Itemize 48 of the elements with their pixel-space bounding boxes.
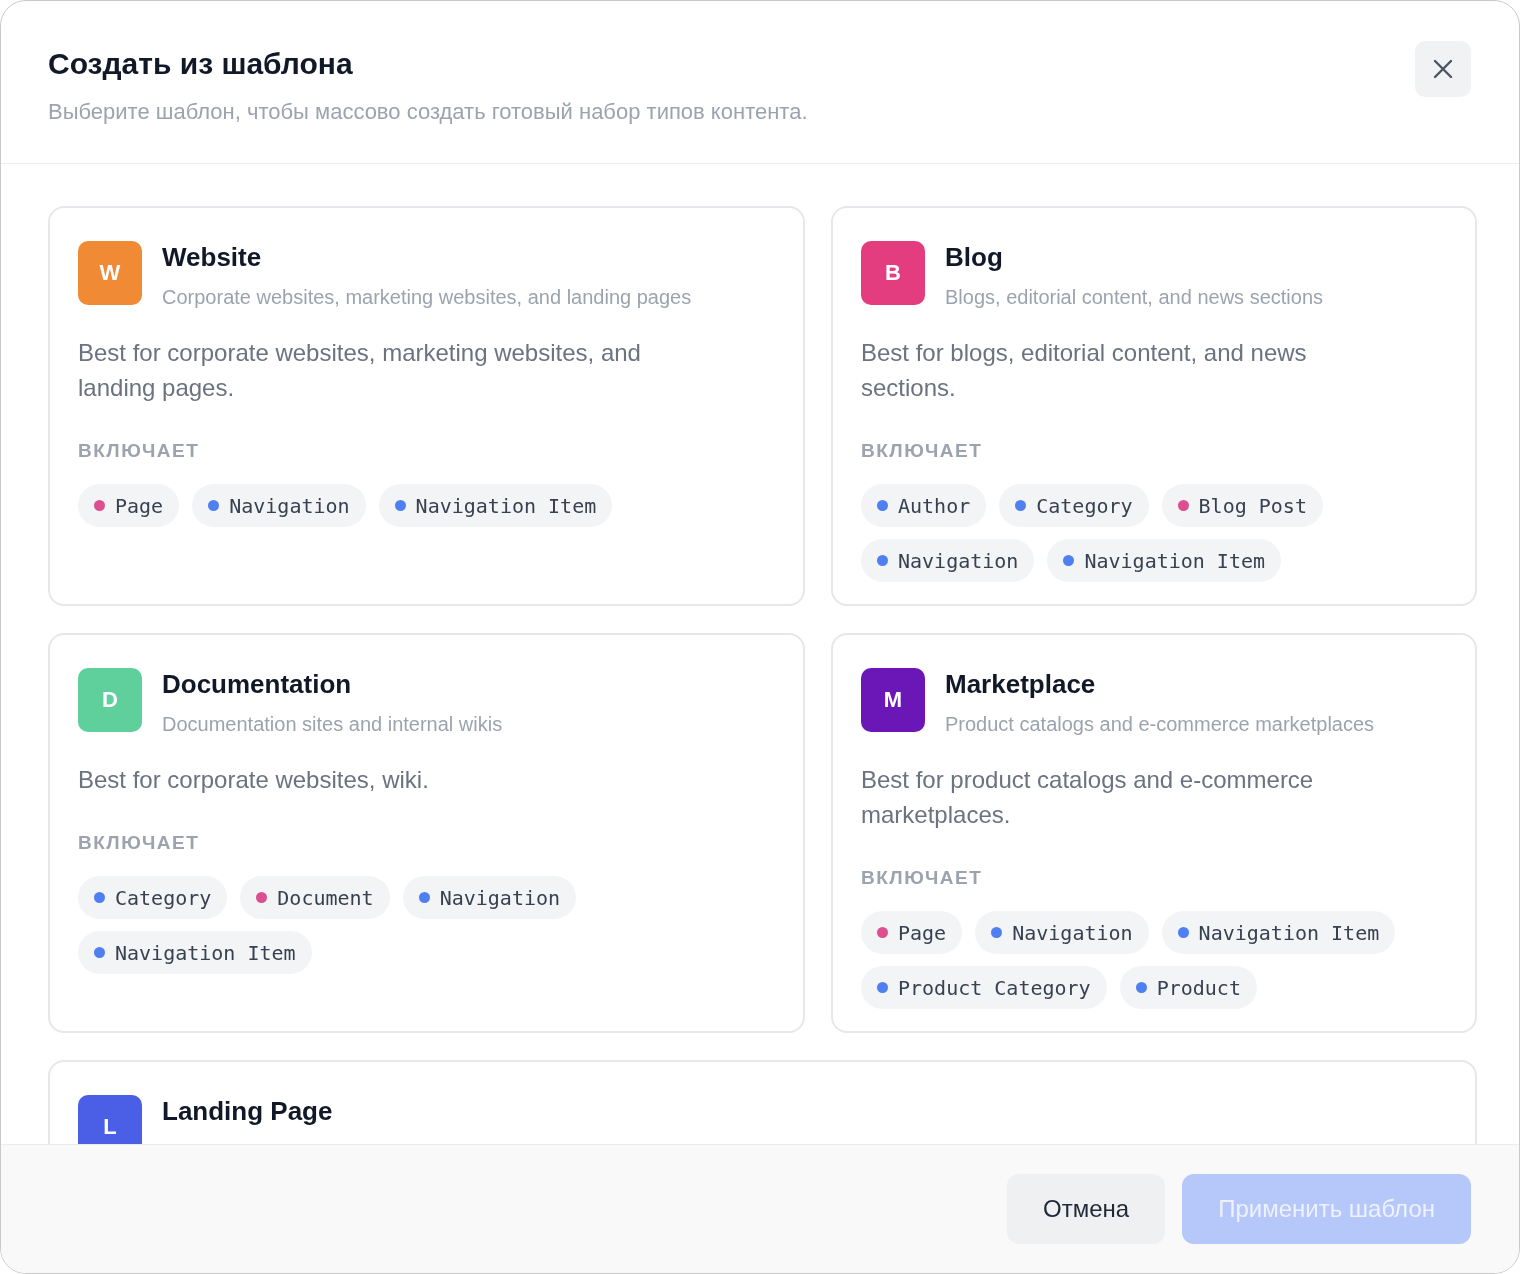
template-summary: Product catalogs and e-commerce marketplaces [945,713,1375,736]
template-summary: Blogs, editorial content, and news sections [945,286,1323,309]
tag-label: Navigation Item [415,493,597,518]
tag-label: Page [898,920,947,945]
template-name: Marketplace [945,669,1097,700]
tag-label: Blog Post [1198,493,1307,518]
template-card[interactable]: W Website Corporate websites, marketing websites, and landing pages Best for corporate websites, marketing websites, and landing pages. ВКЛЮЧАЕТ Page Navigation Navigation Item [48,206,805,606]
template-summary: Documentation sites and internal wikis [162,713,503,736]
template-name: Website [162,242,263,273]
template-name: Blog [945,242,1004,273]
includes-label: ВКЛЮЧАЕТ [861,440,984,462]
tag-label: Navigation [439,885,561,910]
letter-avatar: M [861,668,925,732]
tag-label: Navigation [229,493,350,518]
tag-label: Navigation [898,548,1019,573]
cancel-button[interactable]: Отмена [1007,1174,1166,1244]
letter-avatar: D [78,668,142,732]
template-name: Landing Page [162,1096,333,1127]
template-description: Best for corporate websites, wiki. [78,765,430,795]
template-description: Best for corporate websites, marketing websites, and landing pages. [78,338,642,403]
template-card[interactable]: M Marketplace Product catalogs and e-commerce marketplaces Best for product catalogs and e-commerce marketplaces. ВКЛЮЧАЕТ Page Navigation Navigation Item Product Category Product [831,633,1477,1033]
tag-label: Author [898,493,971,518]
dialog-title: Создать из шаблона [48,47,354,81]
close-icon [1432,58,1454,80]
tag-label: Category [115,885,212,910]
tag-label: Page [115,493,164,518]
tag-label: Product Category [898,975,1091,1000]
includes-label: ВКЛЮЧАЕТ [861,867,984,889]
template-card[interactable]: B Blog Blogs, editorial content, and news sections Best for blogs, editorial content, and news sections. ВКЛЮЧАЕТ Author Category Blog Post Navigation Navigation Item [831,206,1477,606]
letter-avatar: W [78,241,142,305]
tag-label: Category [1036,493,1133,518]
template-description: Best for product catalogs and e-commerce marketplaces. [861,765,1315,830]
close-button[interactable] [1415,41,1471,97]
tag-label: Navigation Item [115,940,296,965]
letter-avatar: B [861,241,925,305]
tag-label: Navigation [1012,920,1133,945]
includes-label: ВКЛЮЧАЕТ [78,832,201,854]
tag-label: Document [277,885,374,910]
includes-label: ВКЛЮЧАЕТ [78,440,201,462]
template-description: Best for blogs, editorial content, and news sections. [861,338,1308,403]
tag-label: Navigation Item [1198,920,1380,945]
template-card[interactable]: D Documentation Documentation sites and internal wikis Best for corporate websites, wiki. ВКЛЮЧАЕТ Category Document Navigation Navigation Item [48,633,805,1033]
dialog-subtitle: Выберите шаблон, чтобы массово создать готовый набор типов контента. [48,99,808,125]
template-summary: Corporate websites, marketing websites, and landing pages [162,286,692,309]
letter-avatar: L [78,1095,142,1144]
tag-label: Product [1156,975,1241,1000]
template-name: Documentation [162,669,353,700]
tag-label: Navigation Item [1084,548,1266,573]
